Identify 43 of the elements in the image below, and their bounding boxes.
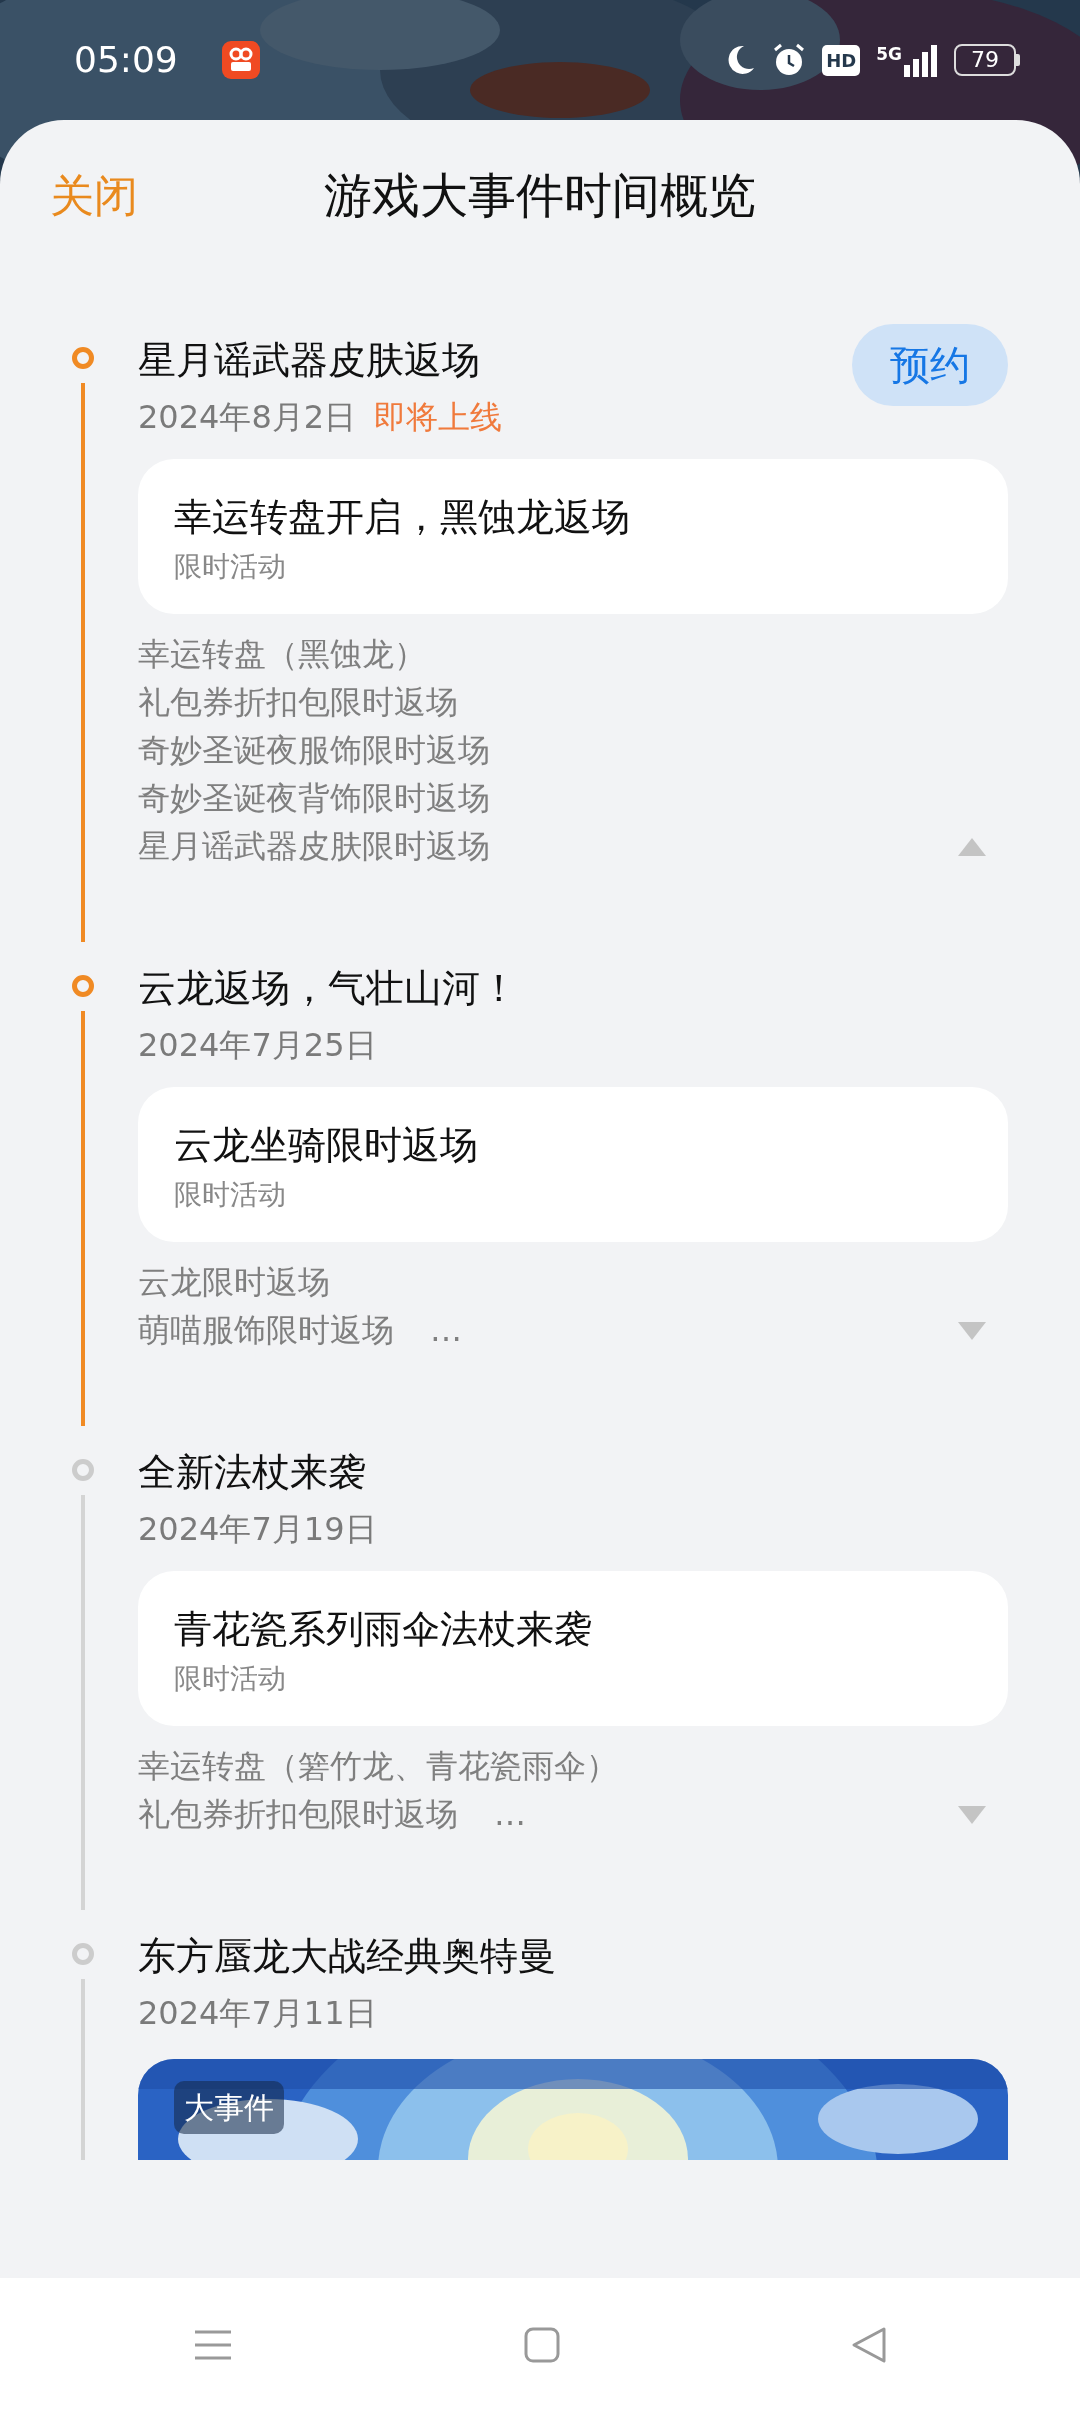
signal-icon [902,43,938,77]
home-icon[interactable] [524,2327,560,2363]
event-date: 2024年7月11日 [138,1993,377,2034]
network-label: 5G [876,46,902,63]
status-label: 即将上线 [374,397,503,438]
ellipsis-label: … [430,1310,462,1351]
detail-line: 星月谣武器皮肤限时返场 [138,826,491,867]
card-title: 云龙坐骑限时返场 [174,1122,479,1169]
alarm-icon [772,43,807,77]
event-date: 2024年7月25日 [138,1025,377,1066]
back-icon[interactable] [850,2326,887,2364]
event-card[interactable]: 青花瓷系列雨伞法杖来袭 限时活动 [138,1571,1008,1726]
event-card[interactable]: 云龙坐骑限时返场 限时活动 [138,1087,1008,1242]
collapse-icon[interactable] [958,838,986,856]
expand-icon[interactable] [958,1322,986,1340]
detail-line: 萌喵服饰限时返场 [138,1310,394,1351]
card-subtitle: 限时活动 [174,549,287,585]
card-subtitle: 限时活动 [174,1177,287,1213]
event-title: 云龙返场，气壮山河！ [138,965,519,1012]
ellipsis-label: … [494,1794,526,1835]
page-title: 游戏大事件时间概览 [324,166,756,225]
menu-icon[interactable] [193,2329,234,2361]
card-title: 幸运转盘开启，黑蚀龙返场 [174,494,631,541]
expand-icon[interactable] [958,1806,986,1824]
event-date: 2024年8月2日 [138,397,357,438]
detail-line: 礼包券折扣包限时返场 [138,1794,458,1835]
clock-time: 05:09 [74,38,178,82]
detail-line: 奇妙圣诞夜服饰限时返场 [138,730,491,771]
event-title: 星月谣武器皮肤返场 [138,337,481,384]
hd-label: HD [822,44,861,76]
event-badge: 大事件 [174,2081,284,2134]
card-title: 青花瓷系列雨伞法杖来袭 [174,1606,593,1653]
app-icon [221,41,260,79]
detail-line: 幸运转盘（黑蚀龙） [138,634,427,675]
event-title: 全新法杖来袭 [138,1449,367,1496]
detail-line: 云龙限时返场 [138,1262,331,1303]
detail-line: 礼包券折扣包限时返场 [138,682,459,723]
detail-line: 奇妙圣诞夜背饰限时返场 [138,778,491,819]
detail-line: 幸运转盘（箬竹龙、青花瓷雨伞） [138,1746,619,1787]
card-subtitle: 限时活动 [174,1661,287,1697]
event-card[interactable]: 幸运转盘开启，黑蚀龙返场 限时活动 [138,459,1008,614]
event-date: 2024年7月19日 [138,1509,377,1550]
event-title: 东方蜃龙大战经典奥特曼 [138,1933,557,1980]
